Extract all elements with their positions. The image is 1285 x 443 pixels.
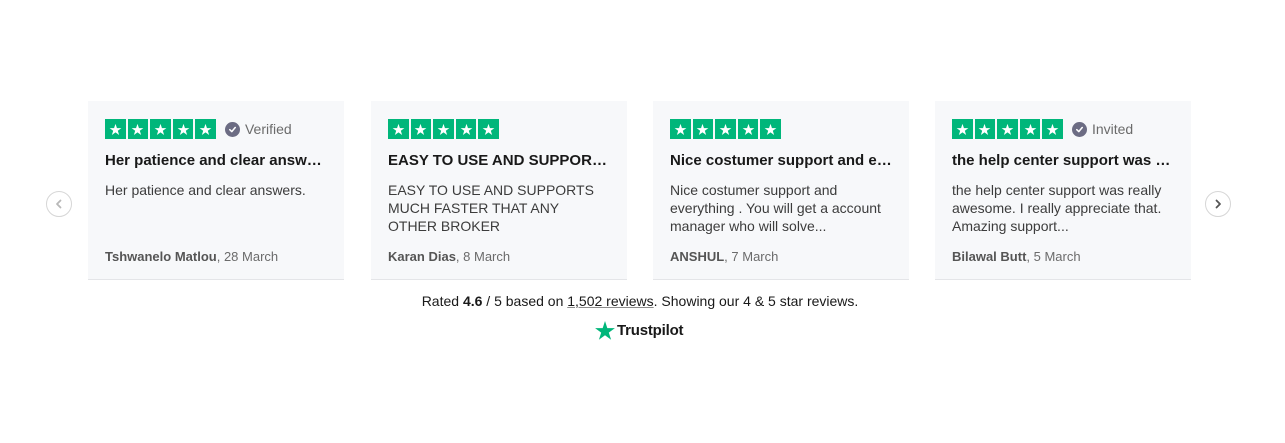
star-icon (455, 118, 477, 140)
review-card-header: Verified (105, 118, 327, 140)
review-body: EASY TO USE AND SUPPORTS MUCH FASTER THA… (388, 182, 594, 234)
review-author: ANSHUL (670, 249, 725, 264)
summary-rating: 4.6 (462, 293, 483, 309)
star-icon (1042, 118, 1063, 140)
star-icon (195, 118, 216, 140)
review-title: Her patience and clear answers. (105, 152, 327, 169)
review-badge: Verified (224, 121, 292, 137)
review-author: Tshwanelo Matlou (105, 249, 217, 264)
review-badge: Invited (1071, 121, 1134, 137)
summary-prefix: Rated (421, 293, 463, 309)
review-card-header (670, 118, 892, 140)
check-circle-icon (224, 121, 240, 137)
review-date: 5 March (1033, 249, 1081, 264)
review-card[interactable]: Nice costumer support and everything Nice… (653, 101, 909, 280)
review-body: Her patience and clear answers. (105, 182, 306, 198)
star-icon (715, 118, 736, 140)
review-date: 28 March (223, 249, 279, 264)
check-circle-icon (1071, 121, 1087, 137)
star-icon (410, 118, 432, 140)
summary-suffix: . Showing our 4 & 5 star reviews. (653, 293, 859, 309)
trustpilot-carousel-widget: Verified Her patience and clear answers. H… (0, 0, 1285, 443)
review-body: the help center support was really aweso… (952, 182, 1162, 234)
brand-name: Trustpilot (617, 322, 684, 339)
review-footer: Tshwanelo Matlou, 28 March (105, 249, 279, 264)
review-date: 8 March (463, 249, 511, 264)
review-title: the help center support was really aweso… (952, 152, 1174, 169)
review-badge-label: Invited (1091, 121, 1134, 137)
star-icon (692, 118, 714, 140)
star-rating (952, 118, 1063, 140)
review-footer: Karan Dias, 8 March (388, 249, 511, 264)
review-footer: Bilawal Butt, 5 March (952, 249, 1081, 264)
star-icon (172, 118, 194, 140)
star-rating (105, 118, 216, 140)
review-title: Nice costumer support and everything (670, 152, 892, 169)
star-icon (127, 118, 149, 140)
review-author: Bilawal Butt (952, 249, 1027, 264)
star-icon (1019, 118, 1041, 140)
review-title: EASY TO USE AND SUPPORTS MUCH FASTER THA… (388, 152, 610, 169)
star-icon (433, 118, 454, 140)
trustpilot-star-icon (595, 321, 615, 340)
review-count-link[interactable]: 1,502 reviews (567, 293, 653, 309)
review-card[interactable]: Verified Her patience and clear answers. H… (88, 101, 344, 280)
star-icon (974, 118, 996, 140)
summary-out-of: / 5 based on (482, 293, 568, 309)
chevron-right-icon (1215, 199, 1221, 209)
star-rating (388, 118, 499, 140)
star-icon (670, 118, 691, 140)
star-icon (737, 118, 759, 140)
review-body: Nice costumer support and everything . Y… (670, 182, 881, 234)
star-icon (952, 118, 973, 140)
review-badge-label: Verified (244, 121, 292, 137)
review-author: Karan Dias (388, 249, 456, 264)
chevron-left-icon (56, 199, 62, 209)
trustpilot-logo[interactable]: Trustpilot (595, 321, 684, 340)
review-card[interactable]: Invited the help center support was reall… (935, 101, 1191, 280)
review-card[interactable]: EASY TO USE AND SUPPORTS MUCH FASTER THA… (371, 101, 627, 280)
carousel-prev-button[interactable] (46, 191, 72, 217)
star-icon (478, 118, 499, 140)
rating-summary: Rated 4.6 / 5 based on 1,502 reviews. Sh… (0, 293, 1280, 309)
review-date: 7 March (731, 249, 779, 264)
star-icon (150, 118, 171, 140)
star-icon (760, 118, 781, 140)
star-icon (388, 118, 409, 140)
star-icon (105, 118, 126, 140)
review-card-header: Invited (952, 118, 1174, 140)
carousel-next-button[interactable] (1205, 191, 1231, 217)
star-rating (670, 118, 781, 140)
review-footer: ANSHUL, 7 March (670, 249, 779, 264)
star-icon (997, 118, 1018, 140)
review-card-header (388, 118, 610, 140)
